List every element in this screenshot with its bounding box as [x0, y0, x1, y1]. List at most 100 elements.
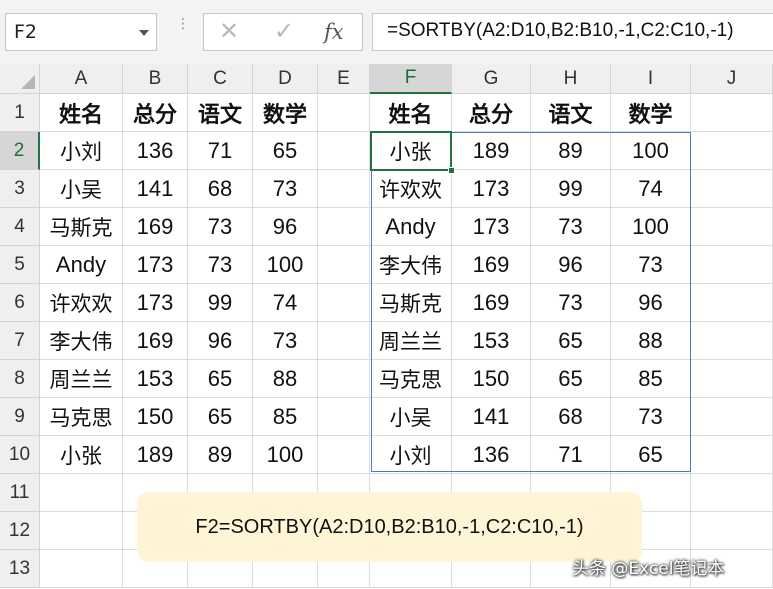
checkmark-icon[interactable]: ✓: [274, 17, 294, 45]
score-cell[interactable]: 74: [253, 284, 318, 322]
name-cell[interactable]: 小吴: [370, 398, 452, 436]
score-cell[interactable]: 141: [452, 398, 531, 436]
name-cell[interactable]: 许欢欢: [370, 170, 452, 208]
score-cell[interactable]: 65: [188, 360, 253, 398]
score-cell[interactable]: 65: [611, 436, 691, 474]
empty-cell[interactable]: [691, 474, 773, 512]
score-cell[interactable]: 136: [123, 132, 188, 170]
empty-cell[interactable]: [318, 322, 370, 360]
score-cell[interactable]: 73: [611, 246, 691, 284]
name-cell[interactable]: Andy: [370, 208, 452, 246]
score-cell[interactable]: 169: [123, 322, 188, 360]
empty-cell[interactable]: [40, 474, 123, 512]
score-cell[interactable]: 99: [188, 284, 253, 322]
score-cell[interactable]: 153: [123, 360, 188, 398]
name-cell[interactable]: 马克思: [370, 360, 452, 398]
empty-cell[interactable]: [691, 360, 773, 398]
select-all-button[interactable]: [0, 64, 40, 94]
name-cell[interactable]: Andy: [40, 246, 123, 284]
x-icon[interactable]: ✕: [219, 17, 239, 45]
chevron-down-icon[interactable]: [139, 30, 149, 36]
score-cell[interactable]: 96: [531, 246, 611, 284]
score-cell[interactable]: 73: [188, 208, 253, 246]
score-cell[interactable]: 65: [188, 398, 253, 436]
header-cell[interactable]: 总分: [452, 94, 531, 132]
row-header-10[interactable]: 10: [0, 436, 40, 474]
row-header-13[interactable]: 13: [0, 550, 40, 588]
score-cell[interactable]: 89: [531, 132, 611, 170]
empty-cell[interactable]: [318, 208, 370, 246]
name-cell[interactable]: 小刘: [40, 132, 123, 170]
name-cell[interactable]: 马克思: [40, 398, 123, 436]
column-header-f[interactable]: F: [370, 64, 452, 94]
score-cell[interactable]: 65: [531, 360, 611, 398]
empty-cell[interactable]: [691, 132, 773, 170]
empty-cell[interactable]: [691, 436, 773, 474]
header-cell[interactable]: 姓名: [40, 94, 123, 132]
empty-cell[interactable]: [318, 132, 370, 170]
score-cell[interactable]: 153: [452, 322, 531, 360]
column-header-h[interactable]: H: [531, 64, 611, 94]
score-cell[interactable]: 88: [253, 360, 318, 398]
score-cell[interactable]: 169: [452, 246, 531, 284]
score-cell[interactable]: 65: [531, 322, 611, 360]
score-cell[interactable]: 189: [123, 436, 188, 474]
score-cell[interactable]: 173: [452, 170, 531, 208]
name-cell[interactable]: 周兰兰: [370, 322, 452, 360]
score-cell[interactable]: 100: [253, 246, 318, 284]
empty-cell[interactable]: [40, 550, 123, 588]
empty-cell[interactable]: [691, 170, 773, 208]
name-cell[interactable]: 马斯克: [40, 208, 123, 246]
score-cell[interactable]: 173: [452, 208, 531, 246]
empty-cell[interactable]: [318, 360, 370, 398]
empty-cell[interactable]: [318, 94, 370, 132]
column-header-c[interactable]: C: [188, 64, 253, 94]
row-header-6[interactable]: 6: [0, 284, 40, 322]
score-cell[interactable]: 68: [188, 170, 253, 208]
score-cell[interactable]: 96: [188, 322, 253, 360]
row-header-1[interactable]: 1: [0, 94, 40, 132]
score-cell[interactable]: 136: [452, 436, 531, 474]
score-cell[interactable]: 74: [611, 170, 691, 208]
score-cell[interactable]: 89: [188, 436, 253, 474]
score-cell[interactable]: 169: [452, 284, 531, 322]
empty-cell[interactable]: [691, 94, 773, 132]
header-cell[interactable]: 语文: [531, 94, 611, 132]
more-options-icon[interactable]: ⋮: [176, 17, 190, 43]
score-cell[interactable]: 141: [123, 170, 188, 208]
score-cell[interactable]: 73: [253, 322, 318, 360]
name-cell[interactable]: 周兰兰: [40, 360, 123, 398]
score-cell[interactable]: 68: [531, 398, 611, 436]
score-cell[interactable]: 71: [188, 132, 253, 170]
name-box[interactable]: F2: [5, 13, 157, 51]
fill-handle[interactable]: [448, 167, 455, 174]
empty-cell[interactable]: [318, 246, 370, 284]
row-header-7[interactable]: 7: [0, 322, 40, 360]
score-cell[interactable]: 73: [188, 246, 253, 284]
score-cell[interactable]: 150: [452, 360, 531, 398]
column-header-b[interactable]: B: [123, 64, 188, 94]
row-header-11[interactable]: 11: [0, 474, 40, 512]
fx-icon[interactable]: fx: [324, 20, 344, 44]
score-cell[interactable]: 73: [253, 170, 318, 208]
name-cell[interactable]: 李大伟: [40, 322, 123, 360]
header-cell[interactable]: 总分: [123, 94, 188, 132]
column-header-g[interactable]: G: [452, 64, 531, 94]
empty-cell[interactable]: [318, 398, 370, 436]
score-cell[interactable]: 100: [253, 436, 318, 474]
score-cell[interactable]: 100: [611, 132, 691, 170]
score-cell[interactable]: 173: [123, 246, 188, 284]
row-header-2[interactable]: 2: [0, 132, 40, 170]
score-cell[interactable]: 189: [452, 132, 531, 170]
row-header-3[interactable]: 3: [0, 170, 40, 208]
column-header-d[interactable]: D: [253, 64, 318, 94]
row-header-4[interactable]: 4: [0, 208, 40, 246]
name-cell[interactable]: 小张: [40, 436, 123, 474]
score-cell[interactable]: 73: [611, 398, 691, 436]
header-cell[interactable]: 姓名: [370, 94, 452, 132]
empty-cell[interactable]: [40, 512, 123, 550]
row-header-8[interactable]: 8: [0, 360, 40, 398]
empty-cell[interactable]: [691, 512, 773, 550]
score-cell[interactable]: 65: [253, 132, 318, 170]
score-cell[interactable]: 71: [531, 436, 611, 474]
